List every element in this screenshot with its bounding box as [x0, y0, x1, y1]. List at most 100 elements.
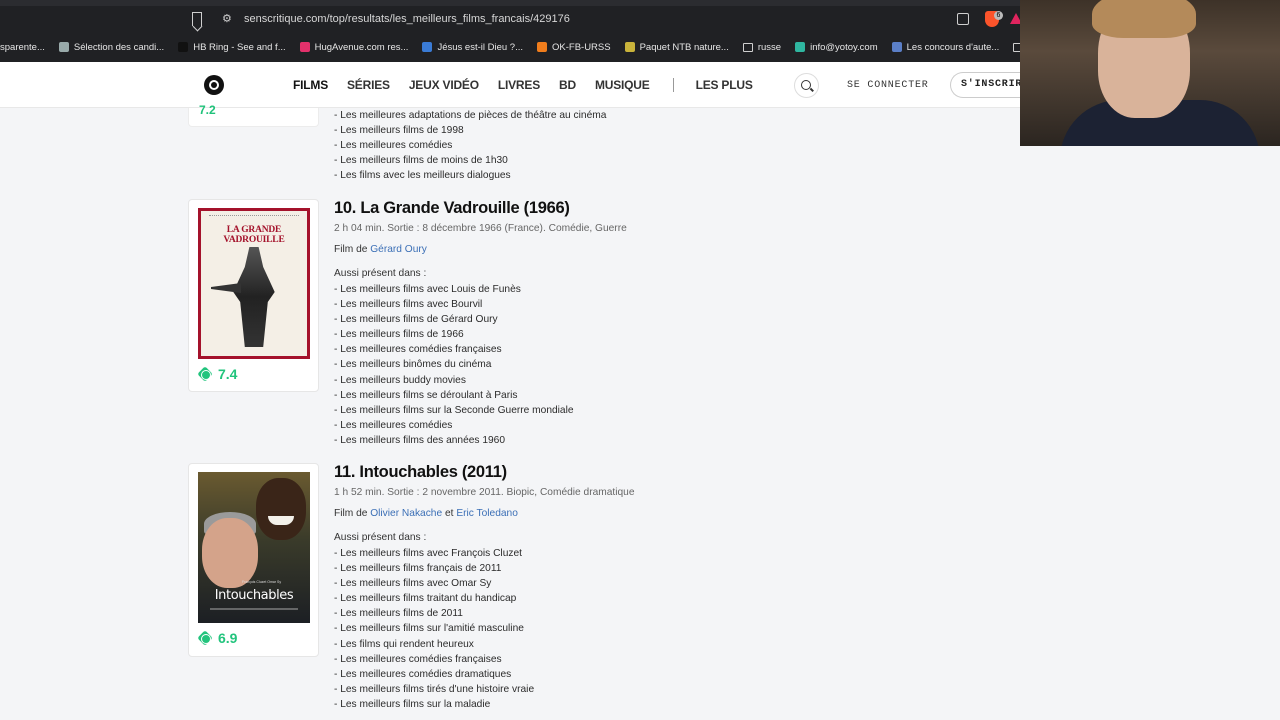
also-lists: - Les meilleurs films avec François Cluz…: [334, 546, 534, 712]
favicon-icon: [891, 42, 902, 52]
bookmark-item[interactable]: sparente...: [0, 42, 45, 53]
shields-badge: 6: [994, 11, 1003, 20]
bookmark-item[interactable]: russe: [742, 41, 782, 53]
list-link[interactable]: - Les meilleurs binômes du cinéma: [334, 357, 574, 372]
film-poster[interactable]: François Cluzet Omar Sy Intouchables: [198, 472, 310, 623]
list-link[interactable]: - Les meilleurs films se déroulant à Par…: [334, 388, 574, 403]
bookmark-item[interactable]: yot: [1013, 42, 1020, 53]
site-settings-icon[interactable]: ⚙: [222, 13, 234, 25]
bookmark-item[interactable]: Sélection des candi...: [58, 41, 165, 53]
list-link[interactable]: - Les meilleurs films tirés d'une histoi…: [334, 682, 534, 697]
bookmark-item[interactable]: info@yotoy.com: [795, 42, 878, 53]
bookmark-label: Jésus est-il Dieu ?...: [437, 41, 523, 53]
bookmark-label: OK-FB-URSS: [552, 41, 611, 53]
list-link[interactable]: - Les meilleurs films sur la maladie: [334, 697, 534, 712]
film-meta: 1 h 52 min. Sortie : 2 novembre 2011. Bi…: [334, 487, 635, 498]
poster-card[interactable]: LA GRANDE VADROUILLE 7.4: [188, 199, 319, 392]
list-link[interactable]: - Les meilleurs films de 2011: [334, 606, 534, 621]
previous-film-card[interactable]: 7.2: [188, 103, 319, 127]
bookmark-label: sparente...: [0, 41, 45, 53]
nav-bd[interactable]: BD: [559, 78, 576, 92]
poster-card[interactable]: François Cluzet Omar Sy Intouchables 6.9: [188, 463, 319, 657]
bookmark-icon[interactable]: [192, 12, 202, 26]
poster-figure: [202, 518, 258, 588]
poster-credits: [210, 608, 298, 610]
poster-title: Intouchables: [214, 588, 294, 603]
bookmarks-bar: sparente... Sélection des candi... HB Ring…: [0, 37, 1020, 57]
list-link[interactable]: - Les meilleures comédies françaises: [334, 652, 534, 667]
list-link[interactable]: - Les films qui rendent heureux: [334, 637, 534, 652]
list-link[interactable]: - Les meilleurs films sur la Seconde Gue…: [334, 403, 574, 418]
nav-musique[interactable]: MUSIQUE: [595, 78, 650, 92]
poster-title: LA GRANDE VADROUILLE: [223, 225, 285, 245]
favicon-icon: [795, 42, 806, 52]
film-title[interactable]: 11. Intouchables (2011): [334, 463, 507, 482]
poster-names: François Cluzet Omar Sy: [242, 580, 282, 584]
previous-film-lists: - Les meilleures adaptations de pièces d…: [334, 108, 606, 183]
list-link[interactable]: - Les meilleurs films de 1998: [334, 123, 606, 138]
director-join: et: [442, 508, 457, 519]
favicon-icon: [624, 42, 635, 52]
list-link[interactable]: - Les films avec les meilleurs dialogues: [334, 168, 606, 183]
director-link[interactable]: Eric Toledano: [456, 508, 518, 519]
bookmark-item[interactable]: HugAvenue.com res...: [299, 41, 409, 53]
bookmark-item[interactable]: HB Ring - See and f...: [178, 42, 286, 53]
main-content: 7.2 - Les meilleures adaptations de pièc…: [0, 103, 1280, 720]
bookmark-label: Les concours d'aute...: [906, 41, 1000, 53]
list-link[interactable]: - Les meilleures comédies: [334, 418, 574, 433]
nav-jeux-video[interactable]: JEUX VIDÉO: [409, 78, 479, 92]
list-link[interactable]: - Les meilleurs films sur l'amitié mascu…: [334, 621, 534, 636]
director-link[interactable]: Olivier Nakache: [370, 508, 442, 519]
list-link[interactable]: - Les meilleures comédies dramatiques: [334, 667, 534, 682]
nav-films[interactable]: FILMS: [293, 78, 328, 92]
director-link[interactable]: Gérard Oury: [370, 244, 427, 255]
favicon-icon: [58, 42, 69, 52]
film-score: 6.9: [218, 630, 238, 646]
list-link[interactable]: - Les meilleurs films traitant du handic…: [334, 591, 534, 606]
list-link[interactable]: - Les meilleurs films de Gérard Oury: [334, 312, 574, 327]
score-row: 7.4: [198, 366, 237, 382]
score-row: 6.9: [198, 630, 237, 646]
list-link[interactable]: - Les meilleurs films avec Bourvil: [334, 297, 574, 312]
webcam-overlay: [1020, 0, 1280, 146]
search-icon[interactable]: [794, 73, 819, 98]
poster-credits: [209, 215, 299, 218]
also-label: Aussi présent dans :: [334, 532, 427, 543]
list-link[interactable]: - Les meilleurs buddy movies: [334, 373, 574, 388]
share-icon[interactable]: [957, 13, 969, 25]
list-link[interactable]: - Les meilleurs films français de 2011: [334, 561, 534, 576]
bookmark-label: HugAvenue.com res...: [314, 41, 409, 53]
bookmark-item[interactable]: OK-FB-URSS: [537, 42, 611, 53]
poster-figure: [256, 478, 306, 540]
director-prefix: Film de: [334, 244, 371, 255]
list-link[interactable]: - Les meilleurs films des années 1960: [334, 433, 574, 448]
login-link[interactable]: SE CONNECTER: [847, 80, 929, 91]
favicon-icon: [299, 42, 310, 52]
film-poster[interactable]: LA GRANDE VADROUILLE: [198, 208, 310, 359]
senscritique-logo[interactable]: [204, 75, 224, 95]
bookmark-item[interactable]: Paquet NTB nature...: [624, 42, 729, 53]
poster-plane: [211, 283, 241, 293]
nav-les-plus[interactable]: LES PLUS: [696, 78, 753, 92]
bookmark-label: russe: [757, 41, 782, 53]
list-link[interactable]: - Les meilleures adaptations de pièces d…: [334, 108, 606, 123]
list-link[interactable]: - Les meilleurs films avec Omar Sy: [334, 576, 534, 591]
bookmark-label: Sélection des candi...: [73, 41, 165, 53]
list-link[interactable]: - Les meilleures comédies: [334, 138, 606, 153]
list-link[interactable]: - Les meilleures comédies françaises: [334, 342, 574, 357]
bookmark-item[interactable]: Jésus est-il Dieu ?...: [422, 42, 523, 53]
bookmark-item[interactable]: Les concours d'aute...: [891, 41, 1000, 53]
address-bar[interactable]: senscritique.com/top/resultats/les_meill…: [244, 13, 570, 25]
nav-livres[interactable]: LIVRES: [498, 78, 540, 92]
folder-icon: [742, 42, 753, 52]
list-link[interactable]: - Les meilleurs films avec François Cluz…: [334, 546, 534, 561]
also-label: Aussi présent dans :: [334, 268, 427, 279]
list-link[interactable]: - Les meilleurs films avec Louis de Funè…: [334, 282, 574, 297]
site-header: FILMS SÉRIES JEUX VIDÉO LIVRES BD MUSIQU…: [0, 62, 1040, 108]
film-title[interactable]: 10. La Grande Vadrouille (1966): [334, 199, 570, 218]
film-director: Film de Gérard Oury: [334, 244, 427, 255]
favicon-icon: [537, 42, 547, 52]
list-link[interactable]: - Les meilleurs films de 1966: [334, 327, 574, 342]
list-link[interactable]: - Les meilleurs films de moins de 1h30: [334, 153, 606, 168]
nav-series[interactable]: SÉRIES: [347, 78, 390, 92]
